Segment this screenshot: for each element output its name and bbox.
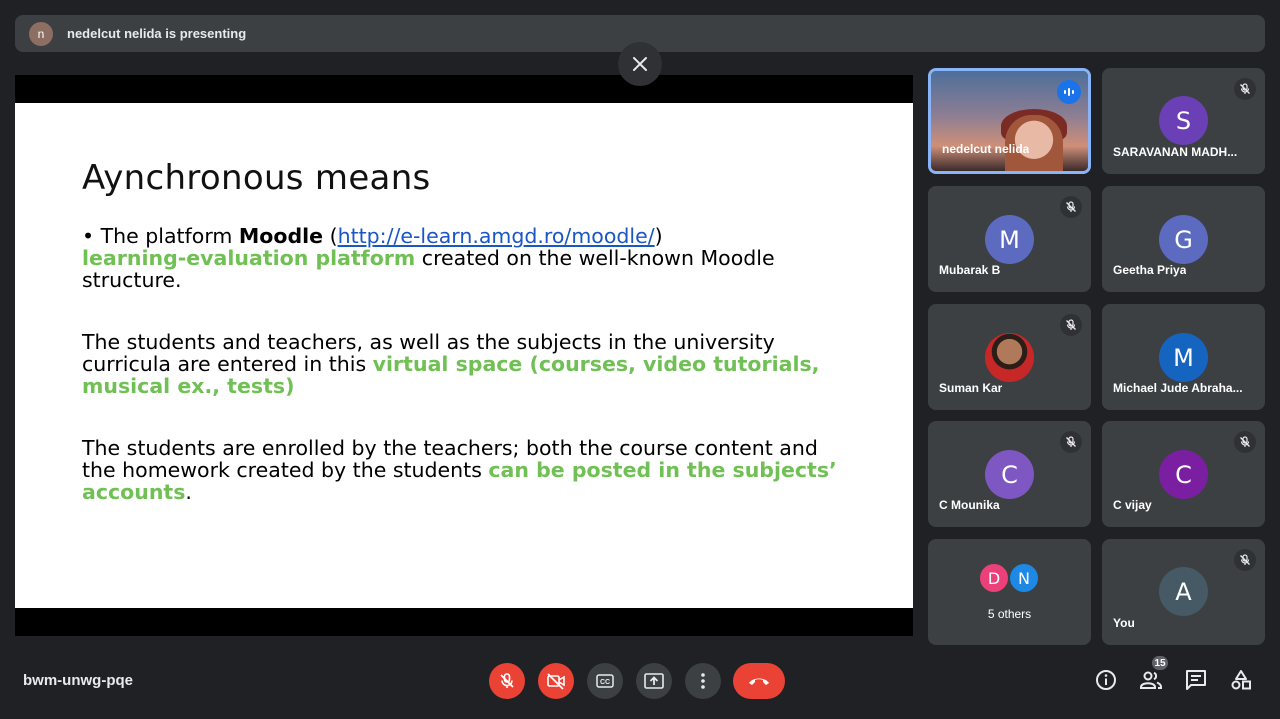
avatar: M [985, 215, 1034, 264]
participant-count-badge: 15 [1150, 654, 1170, 672]
participant-name: Geetha Priya [1113, 263, 1187, 277]
participant-name: You [1113, 616, 1135, 630]
participant-name: C vijay [1113, 498, 1152, 512]
presenter-avatar: n [29, 21, 53, 46]
leave-call-button[interactable] [733, 663, 785, 699]
slide-title: Aynchronous means [82, 158, 431, 198]
camera-off-icon [547, 673, 565, 690]
mic-off-icon [1060, 196, 1082, 218]
slide-green-phrase-1: learning-evaluation platform [82, 246, 416, 270]
camera-toggle-button[interactable] [538, 663, 574, 699]
slide-bullet-text: • The platform [82, 224, 239, 248]
slide-paragraph-3: The students are enrolled by the teacher… [82, 437, 842, 503]
present-screen-icon [644, 673, 664, 689]
participant-name: C Mounika [939, 498, 1000, 512]
chat-button[interactable] [1184, 668, 1208, 692]
avatar: C [1159, 450, 1208, 499]
others-avatar-d: D [978, 562, 1010, 594]
participant-tile-michael[interactable]: M Michael Jude Abraha... [1102, 304, 1265, 410]
slide-bold-moodle: Moodle [238, 224, 324, 248]
end-call-icon [749, 678, 769, 685]
chat-icon [1186, 670, 1206, 690]
meeting-details-button[interactable] [1094, 668, 1118, 692]
svg-text:CC: CC [600, 679, 610, 686]
people-icon [1140, 671, 1162, 689]
participant-tile-you[interactable]: A You [1102, 539, 1265, 645]
presentation-area: Aynchronous means • The platform Moodle … [15, 75, 913, 636]
mic-off-icon [1060, 431, 1082, 453]
participant-tile-c-vijay[interactable]: C C vijay [1102, 421, 1265, 527]
more-options-button[interactable] [685, 663, 721, 699]
present-now-button[interactable] [636, 663, 672, 699]
slide-paragraph-1: • The platform Moodle (http://e-learn.am… [82, 225, 842, 291]
activities-button[interactable] [1229, 668, 1253, 692]
activities-icon [1231, 670, 1251, 690]
participant-tile-mubarak[interactable]: M Mubarak B [928, 186, 1091, 292]
more-vert-icon [701, 673, 705, 689]
slide-paragraph-2: The students and teachers, as well as th… [82, 331, 842, 397]
participant-tile-geetha[interactable]: G Geetha Priya [1102, 186, 1265, 292]
close-icon [633, 57, 647, 71]
participant-tile-saravanan[interactable]: S SARAVANAN MADH... [1102, 68, 1265, 174]
slide-paren-close: ) [654, 224, 663, 248]
participant-name: Suman Kar [939, 381, 1003, 395]
participant-name: nedelcut nelida [942, 142, 1030, 156]
slide-paren-open: ( [323, 224, 338, 248]
captions-icon: CC [596, 674, 614, 688]
speaking-indicator-icon [1057, 80, 1081, 104]
close-presentation-button[interactable] [618, 42, 662, 86]
slide-body: • The platform Moodle (http://e-learn.am… [82, 225, 842, 543]
participant-name: SARAVANAN MADH... [1113, 145, 1238, 159]
others-label: 5 others [987, 607, 1032, 621]
mic-off-icon [1234, 431, 1256, 453]
mic-off-icon [1234, 549, 1256, 571]
avatar: A [1159, 567, 1208, 616]
slide-paragraph-3-end: . [185, 480, 192, 504]
meeting-code: bwm-unwg-pqe [23, 672, 133, 689]
avatar: S [1159, 96, 1208, 145]
participant-tile-suman[interactable]: Suman Kar [928, 304, 1091, 410]
presenting-text: nedelcut nelida is presenting [67, 26, 247, 41]
participant-tile-others[interactable]: D N 5 others [928, 539, 1091, 645]
avatar: C [985, 450, 1034, 499]
mic-off-icon [1234, 78, 1256, 100]
avatar: M [1159, 333, 1208, 382]
participant-name: Mubarak B [939, 263, 1001, 277]
avatar: G [1159, 215, 1208, 264]
moodle-link[interactable]: http://e-learn.amgd.ro/moodle/ [338, 224, 655, 248]
mic-toggle-button[interactable] [489, 663, 525, 699]
mic-off-icon [1060, 314, 1082, 336]
avatar-photo [985, 333, 1034, 382]
others-avatar-n: N [1008, 562, 1040, 594]
info-icon [1096, 670, 1116, 690]
slide: Aynchronous means • The platform Moodle … [15, 103, 913, 608]
mic-off-icon [500, 673, 514, 688]
captions-button[interactable]: CC [587, 663, 623, 699]
participant-tile-nedelcut-nelida[interactable]: nedelcut nelida [928, 68, 1091, 174]
participant-tile-c-mounika[interactable]: C C Mounika [928, 421, 1091, 527]
participant-name: Michael Jude Abraha... [1113, 381, 1243, 395]
